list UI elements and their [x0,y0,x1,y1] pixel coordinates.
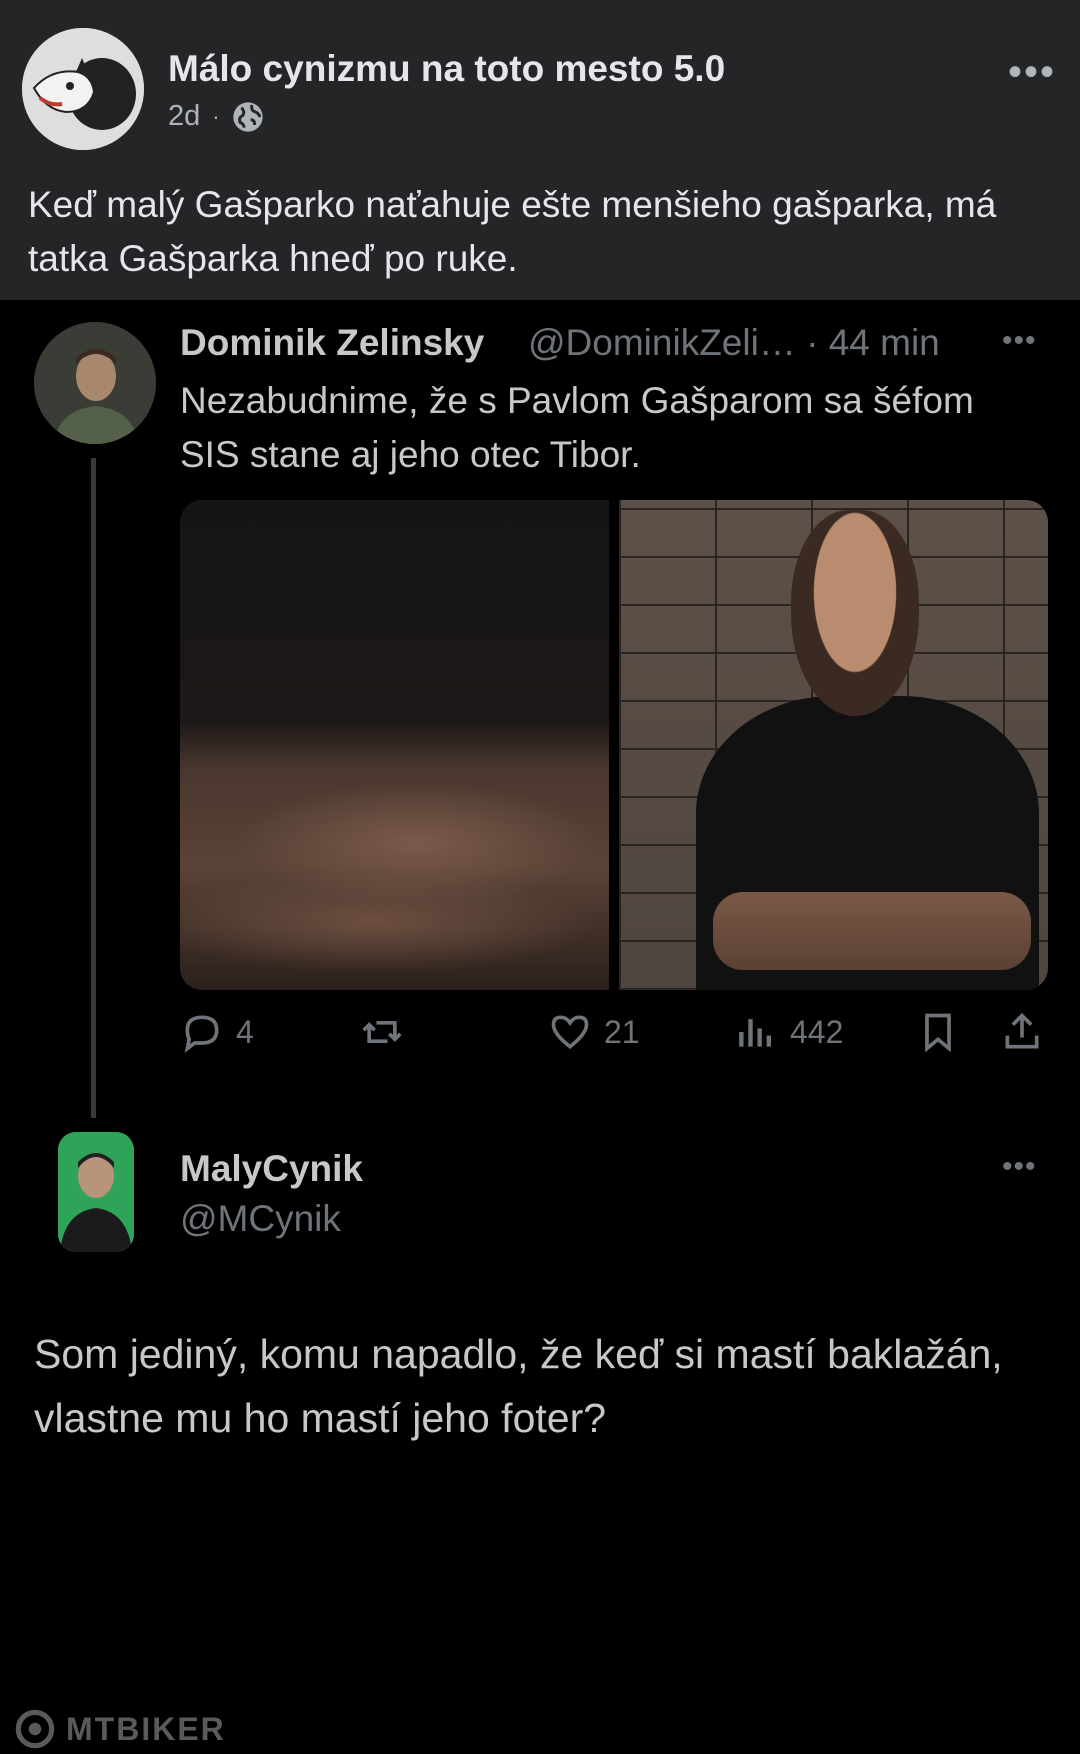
tweet1-photo-arms [180,500,609,990]
like-action: 21 [548,1010,640,1054]
gear-logo-icon [15,1709,55,1749]
retweet-icon [362,1021,402,1043]
tweet2-avatar [58,1132,134,1252]
views-icon [739,1019,772,1047]
tweet1-avatar [34,322,156,444]
tweet1-handle-time: @DominikZeli… · 44 min [528,322,940,363]
like-count: 21 [604,1013,640,1050]
share-icon [1005,1012,1039,1049]
reply-count: 4 [236,1013,254,1050]
tweet1-actions: 4 21 442 [180,1010,1060,1066]
tweet1-text: Nezabudnime, že s Pavlom Gašparom sa šéf… [180,380,974,475]
globe-icon [232,101,263,132]
post-age[interactable]: 2d [168,100,200,133]
reply-action: 4 [180,1010,254,1054]
watermark: MTBIKER [10,1704,226,1754]
shared-screenshot[interactable]: Dominik Zelinsky @DominikZeli… · 44 min … [0,300,1080,1749]
post-meta: 2d · [168,100,264,133]
bookmark-icon [925,1013,951,1053]
tweet1-more-icon: ••• [1002,324,1037,357]
photo-person-arms [713,892,1031,971]
photo-person-head [790,509,920,716]
post-text: Keď malý Gašparko naťahuje ešte menšieho… [28,184,997,279]
heart-icon [551,1015,589,1049]
tweet2-more-icon: ••• [1002,1150,1037,1183]
facebook-post-header: Málo cynizmu na toto mesto 5.0 2d · ••• … [0,0,1080,300]
sheep-logo-icon [22,28,144,150]
watermark-text: MTBIKER [66,1710,226,1747]
tweet2-text: Som jediný, komu napadlo, že keď si mast… [34,1331,1003,1441]
page-avatar[interactable] [22,28,144,150]
bookmark-action [916,1010,960,1054]
thread-line [91,458,96,1118]
retweet-action [360,1010,404,1054]
page-name[interactable]: Málo cynizmu na toto mesto 5.0 [168,48,725,90]
tweet2-handle: @MCynik [180,1198,341,1239]
tweet1-author-name: Dominik Zelinsky [180,322,485,363]
tweet1-media [180,500,1048,990]
views-action: 442 [734,1010,843,1054]
views-count: 442 [790,1013,844,1050]
share-action [1000,1010,1044,1054]
tweet2-author-name: MalyCynik [180,1148,364,1189]
post-more-button[interactable]: ••• [1008,50,1056,95]
tweet1-photo-portrait [619,500,1048,990]
meta-separator: · [212,103,220,129]
reply-icon [184,1015,219,1053]
